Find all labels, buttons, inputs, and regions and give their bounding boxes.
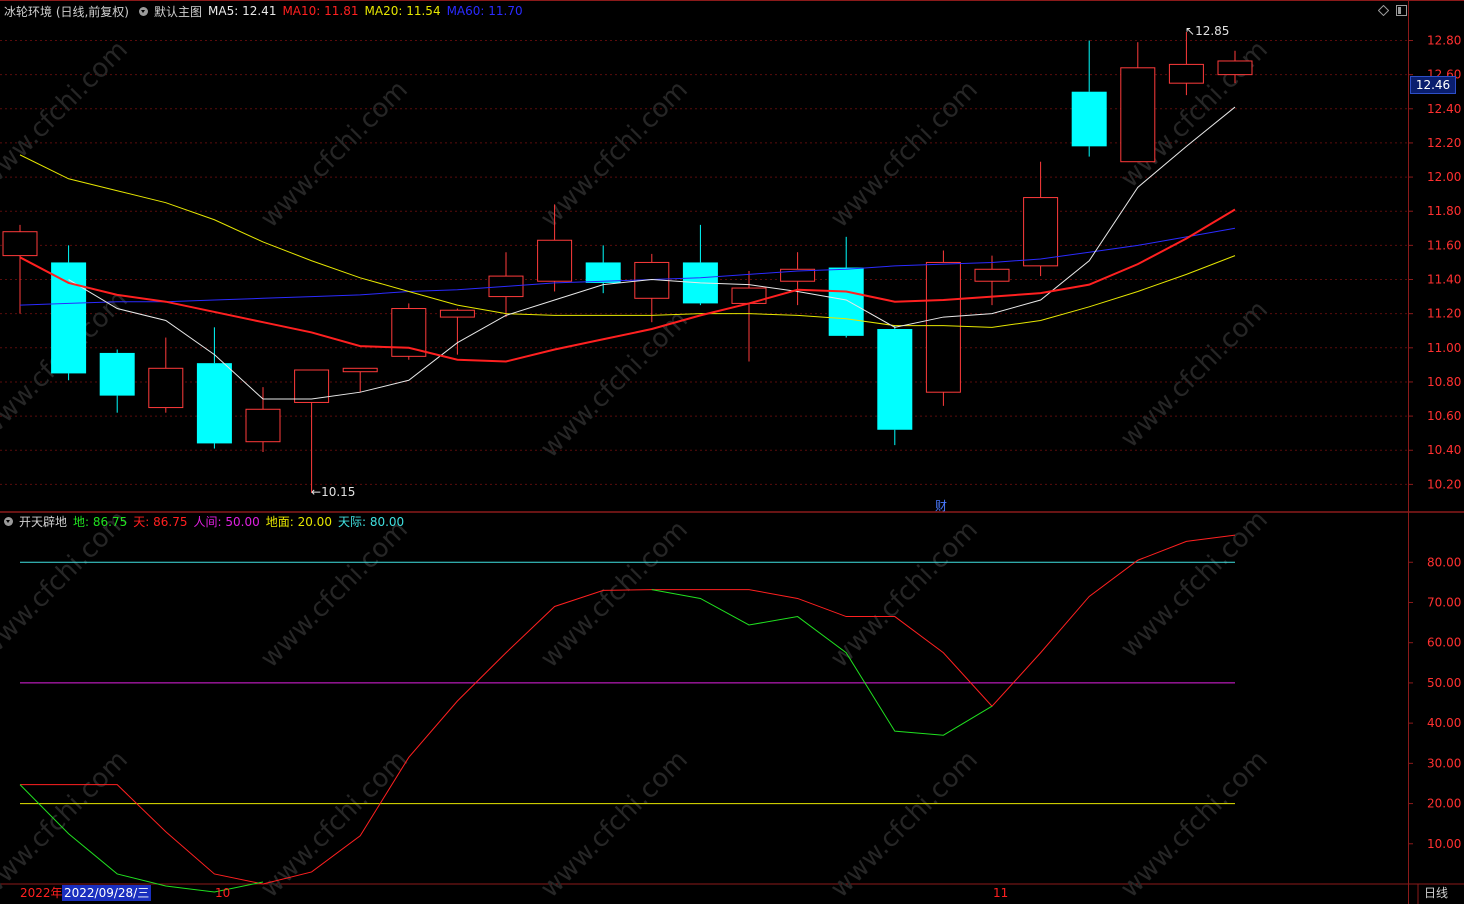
watermark-text: www.cfchi.com <box>1115 295 1274 454</box>
watermark-text: www.cfchi.com <box>0 35 134 194</box>
price-tick-label: 10.80 <box>1427 375 1461 389</box>
ma60-legend: MA60: 11.70 <box>446 4 523 18</box>
dropdown-icon[interactable] <box>139 6 148 16</box>
price-tick-label: 11.60 <box>1427 238 1461 252</box>
price-tick-label: 12.20 <box>1427 136 1461 150</box>
indicator-tick-label: 60.00 <box>1427 636 1461 650</box>
price-tick-label: 10.20 <box>1427 477 1461 491</box>
price-tick-label: 11.40 <box>1427 273 1461 287</box>
candle-body-down <box>196 363 232 444</box>
watermark-text: www.cfchi.com <box>255 75 414 234</box>
period-label[interactable]: 日线 <box>1424 885 1448 901</box>
watermark-text: www.cfchi.com <box>255 515 414 674</box>
di-legend: 地: 86.75 <box>73 514 128 529</box>
year-label: 2022年 <box>20 886 63 900</box>
watermark-text: www.cfchi.com <box>825 515 984 674</box>
cursor-date: 2022/09/28/三 <box>62 885 152 901</box>
main-header: 冰轮环境 (日线,前复权) 默认主图 MA5: 12.41 MA10: 11.8… <box>0 1 529 21</box>
candle-body-up <box>342 367 378 373</box>
renjian-legend: 人间: 50.00 <box>193 514 260 529</box>
candle-body-up <box>439 309 475 318</box>
panel-toggle-icon[interactable] <box>1396 5 1407 16</box>
watermark-text: www.cfchi.com <box>1115 505 1274 664</box>
price-tick-label: 10.40 <box>1427 443 1461 457</box>
ma20-legend: MA20: 11.54 <box>364 4 441 18</box>
watermark-text: www.cfchi.com <box>535 305 694 464</box>
indicator-tick-label: 50.00 <box>1427 676 1461 690</box>
candle-body-up <box>1217 60 1253 76</box>
watermark-layer: www.cfchi.com www.cfchi.com www.cfchi.com w… <box>0 35 1274 904</box>
candle-body-up <box>731 287 767 304</box>
current-price-tag: 12.46 <box>1410 76 1456 94</box>
price-tick-label: 11.00 <box>1427 341 1461 355</box>
price-tick-label: 11.80 <box>1427 204 1461 218</box>
indicator-tick-label: 20.00 <box>1427 797 1461 811</box>
indicator-tick-label: 70.00 <box>1427 595 1461 609</box>
chart-canvas: www.cfchi.com www.cfchi.com www.cfchi.com w… <box>0 0 1464 904</box>
indicator-header: 开天辟地 地: 86.75 天: 86.75 人间: 50.00 地面: 20.… <box>0 511 410 531</box>
price-tick-label: 10.60 <box>1427 409 1461 423</box>
indicator-tick-label: 30.00 <box>1427 756 1461 770</box>
watermark-text: www.cfchi.com <box>535 745 694 904</box>
dimian-legend: 地面: 20.00 <box>265 514 332 529</box>
price-tick-label: 11.20 <box>1427 307 1461 321</box>
candle-body-up <box>974 268 1010 282</box>
finance-marker[interactable]: 财 <box>935 497 947 514</box>
low-annotation: ←10.15 <box>311 485 356 499</box>
high-annotation: ↖12.85 <box>1185 24 1230 38</box>
watermark-text: www.cfchi.com <box>535 75 694 234</box>
candle-body-down <box>828 267 864 336</box>
price-tick-label: 12.40 <box>1427 102 1461 116</box>
main-chart-label[interactable]: 默认主图 <box>154 3 202 20</box>
candle-body-up <box>1168 63 1204 84</box>
candle-body-up <box>925 261 961 393</box>
ma5-legend: MA5: 12.41 <box>208 4 277 18</box>
indicator-tick-label: 10.00 <box>1427 837 1461 851</box>
candle-body-down <box>585 262 621 283</box>
tian-legend: 天: 86.75 <box>133 514 188 529</box>
axis-layer: 12.8012.6012.4012.2012.0011.8011.6011.40… <box>1408 33 1461 851</box>
watermark-text: www.cfchi.com <box>0 745 134 904</box>
candle-body-up <box>1023 197 1059 267</box>
indicator-title[interactable]: 开天辟地 <box>19 513 67 530</box>
month-label-nov: 11 <box>993 886 1009 900</box>
candle-body-up <box>245 408 281 443</box>
candle-body-up <box>537 239 573 282</box>
price-tick-label: 12.00 <box>1427 170 1461 184</box>
watermark-text: www.cfchi.com <box>1115 745 1274 904</box>
watermark-text: www.cfchi.com <box>535 515 694 674</box>
diamond-icon[interactable] <box>1377 4 1390 17</box>
tianji-legend: 天际: 80.00 <box>337 514 405 529</box>
candle-body-up <box>2 231 38 257</box>
candle-body-up <box>391 308 427 357</box>
watermark-text: www.cfchi.com <box>825 745 984 904</box>
month-label-oct: 10 <box>215 886 231 900</box>
price-tick-label: 12.80 <box>1427 33 1461 47</box>
candle-body-down <box>877 329 913 430</box>
ma10-legend: MA10: 11.81 <box>282 4 359 18</box>
watermark-text: www.cfchi.com <box>825 75 984 234</box>
indicator-tick-label: 40.00 <box>1427 716 1461 730</box>
candle-body-down <box>51 262 87 374</box>
candle-layer <box>2 31 1253 493</box>
candle-body-up <box>148 367 184 409</box>
candle-body-up <box>1120 67 1156 163</box>
indicator-tick-label: 80.00 <box>1427 555 1461 569</box>
candle-body-down <box>1071 91 1107 147</box>
candle-body-down <box>99 352 135 396</box>
indicator-dropdown-icon[interactable] <box>4 516 13 526</box>
stock-title[interactable]: 冰轮环境 (日线,前复权) <box>4 3 129 20</box>
